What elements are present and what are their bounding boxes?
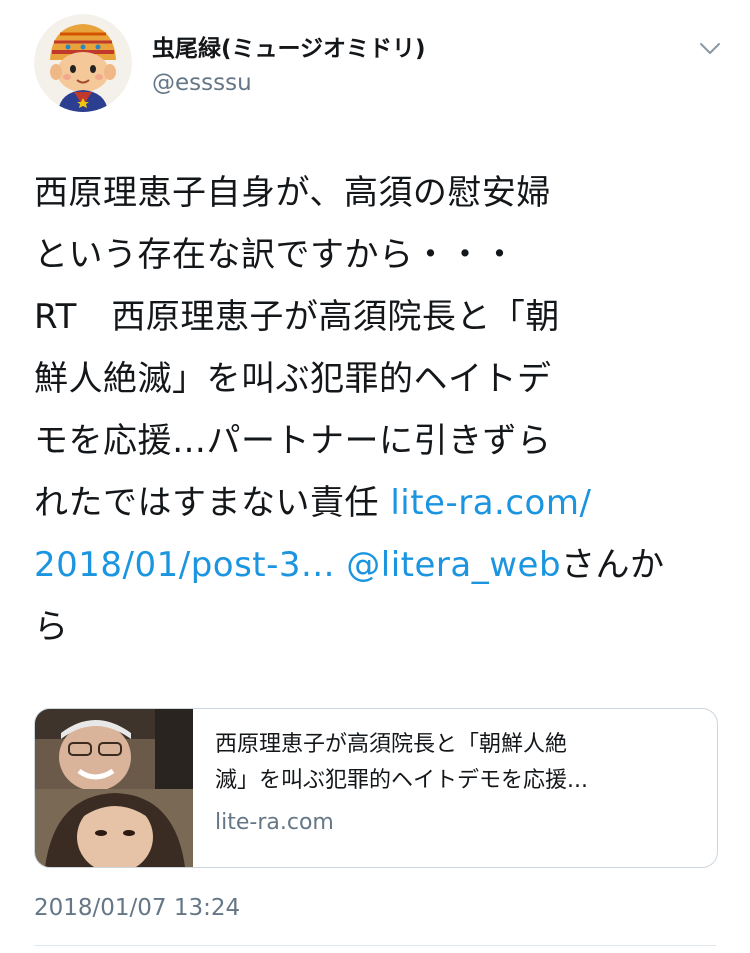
tweet-line: モを応援…パートナーに引きずら [34,421,552,461]
link-preview-card[interactable]: 西原理恵子が高須院長と「朝鮮人絶 滅」を叫ぶ犯罪的ヘイトデモを応援... lit… [34,708,718,868]
chevron-down-icon [700,43,720,54]
article-link-part2[interactable]: 2018/01/post-3... [34,545,335,585]
card-domain: lite-ra.com [215,810,334,835]
tweet-suffix: さんか [561,545,665,585]
user-handle[interactable]: @essssu [152,68,426,98]
divider [34,945,716,946]
tweet-timestamp[interactable]: 2018/01/07 13:24 [34,895,240,921]
card-title-line: 西原理恵子が高須院長と「朝鮮人絶 [215,732,568,757]
card-text: 西原理恵子が高須院長と「朝鮮人絶 滅」を叫ぶ犯罪的ヘイトデモを応援... lit… [215,727,700,841]
tweet-text: 西原理恵子自身が、高須の慰安婦 という存在な訳ですから・・・ RT 西原理恵子が… [34,162,724,658]
tweet-menu-button[interactable] [696,34,724,62]
avatar[interactable] [34,14,132,112]
tweet-line: ら [34,607,69,647]
card-title-line: 滅」を叫ぶ犯罪的ヘイトデモを応援... [215,768,588,793]
tweet-line-text: れたではすまない責任 [34,483,391,523]
tweet-line: 西原理恵子自身が、高須の慰安婦 [34,173,551,213]
tweet-container: 虫尾緑(ミュージオミドリ) @essssu 西原理恵子自身が、高須の慰安婦 とい… [0,0,750,953]
display-name[interactable]: 虫尾緑(ミュージオミドリ) [152,34,426,64]
tweet-line-with-link: れたではすまない責任 lite-ra.com/ [34,472,724,534]
tweet-line-with-mention: 2018/01/post-3... @litera_webさんか [34,534,724,596]
mention-link[interactable]: @litera_web [346,545,561,585]
card-photo-image [35,709,193,867]
tweet-line: RT 西原理恵子が高須院長と「朝 [34,297,560,337]
cartoon-boy-avatar-icon [34,14,132,112]
article-link-part1[interactable]: lite-ra.com/ [390,483,591,523]
card-thumbnail [35,709,193,867]
tweet-line: 鮮人絶滅」を叫ぶ犯罪的ヘイトデ [34,359,552,399]
tweet-line: という存在な訳ですから・・・ [34,235,517,275]
author-info[interactable]: 虫尾緑(ミュージオミドリ) @essssu [152,34,426,98]
